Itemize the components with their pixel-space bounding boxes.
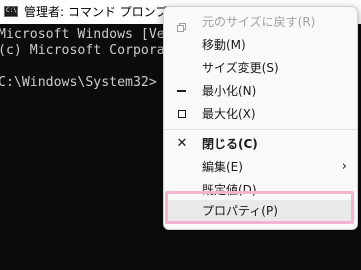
maximize-icon	[178, 110, 186, 118]
menu-item-label: 最大化(X)	[202, 107, 256, 121]
menu-separator	[164, 129, 357, 130]
close-icon: ✕	[176, 136, 188, 151]
minimize-icon	[177, 90, 186, 92]
window-title: 管理者: コマンド プロンプト	[24, 5, 180, 19]
menu-item-move[interactable]: 移動(M)	[166, 34, 355, 56]
console-prompt: C:\Windows\System32>	[0, 75, 157, 90]
console-line: (c) Microsoft Corpora	[0, 43, 165, 58]
menu-item-resize[interactable]: サイズ変更(S)	[166, 57, 355, 79]
menu-item-label: サイズ変更(S)	[202, 61, 279, 75]
menu-item-maximize[interactable]: 最大化(X)	[166, 103, 355, 125]
chevron-right-icon: ›	[341, 159, 347, 174]
cmd-app-icon[interactable]: C:\	[4, 6, 18, 17]
properties-highlight-frame	[165, 191, 354, 224]
menu-item-label: 閉じる(C)	[202, 137, 258, 151]
menu-item-label: 編集(E)	[202, 160, 243, 174]
menu-item-close[interactable]: ✕ 閉じる(C)	[166, 133, 355, 155]
menu-item-edit[interactable]: 編集(E) ›	[166, 156, 355, 178]
menu-item-minimize[interactable]: 最小化(N)	[166, 80, 355, 102]
app-icon-text: C:\	[6, 7, 17, 14]
menu-item-label: 移動(M)	[202, 38, 246, 52]
menu-item-restore[interactable]: 元のサイズに戻す(R)	[166, 11, 355, 33]
menu-item-label: 元のサイズに戻す(R)	[202, 15, 316, 29]
console-line: Microsoft Windows [Ve	[0, 27, 165, 42]
menu-item-label: 最小化(N)	[202, 84, 257, 98]
restore-icon	[177, 17, 186, 32]
